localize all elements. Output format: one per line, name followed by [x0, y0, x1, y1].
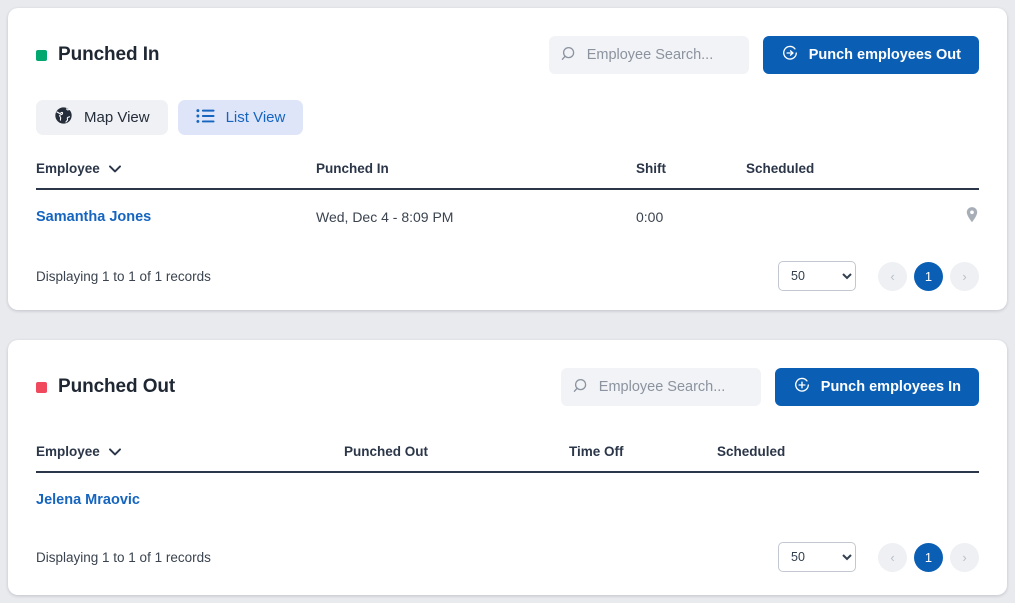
- column-header-shift: Shift: [636, 161, 746, 190]
- page-root: Punched In Employee Search... Punch empl…: [0, 0, 1015, 603]
- punch-in-button-label: Punch employees In: [820, 379, 961, 395]
- table-header: Employee Punched Out Time Off Scheduled: [36, 444, 979, 473]
- employee-search-box[interactable]: [548, 36, 749, 74]
- punch-employees-in-button[interactable]: Punch employees In: [774, 368, 979, 406]
- globe-icon: [54, 106, 73, 129]
- prev-page-button[interactable]: ‹: [878, 542, 907, 572]
- employee-link[interactable]: Jelena Mraovic: [36, 492, 140, 508]
- status-indicator-green: [36, 49, 47, 61]
- column-header-scheduled: Scheduled: [746, 161, 939, 190]
- next-page-button[interactable]: ›: [950, 261, 979, 291]
- chevron-down-icon: [108, 161, 121, 176]
- panel-header: Punched Out Employee Search... Punch emp…: [36, 340, 979, 406]
- table-footer: Displaying 1 to 1 of 1 records 50 ‹ 1 ›: [36, 261, 979, 291]
- list-icon: [196, 108, 215, 128]
- prev-page-button[interactable]: ‹: [878, 261, 907, 291]
- view-toggle-group: Map View List View: [36, 100, 979, 135]
- panel-title-group: Punched In: [36, 44, 160, 66]
- column-label-employee: Employee: [36, 444, 100, 459]
- pagination-controls: 50 ‹ 1 ›: [778, 542, 979, 572]
- punched-out-panel: Punched Out Employee Search... Punch emp…: [8, 340, 1007, 595]
- punch-employees-out-button[interactable]: Punch employees Out: [762, 36, 979, 74]
- sign-in-circle-icon: [793, 376, 811, 398]
- pager: ‹ 1 ›: [878, 542, 979, 572]
- column-header-employee[interactable]: Employee: [36, 444, 344, 473]
- column-label-employee: Employee: [36, 161, 100, 176]
- records-count-text: Displaying 1 to 1 of 1 records: [36, 268, 211, 284]
- punched-out-table: Employee Punched Out Time Off Scheduled: [36, 444, 979, 522]
- search-input[interactable]: [548, 36, 749, 74]
- table-header: Employee Punched In Shift Scheduled: [36, 161, 979, 190]
- employee-link[interactable]: Samantha Jones: [36, 209, 151, 225]
- map-view-button[interactable]: Map View: [36, 100, 168, 135]
- cell-employee: Jelena Mraovic: [36, 472, 344, 522]
- map-pin-icon[interactable]: [965, 207, 979, 227]
- list-view-label: List View: [225, 109, 286, 126]
- page-1-button[interactable]: 1: [914, 261, 943, 291]
- page-size-select[interactable]: 50: [778, 261, 856, 291]
- column-header-time-off: Time Off: [569, 444, 717, 473]
- next-page-button[interactable]: ›: [950, 542, 979, 572]
- cell-punched-out: [344, 472, 569, 522]
- table-footer: Displaying 1 to 1 of 1 records 50 ‹ 1 ›: [36, 542, 979, 572]
- cell-scheduled: [717, 472, 939, 522]
- punched-in-table: Employee Punched In Shift Scheduled Sama…: [36, 161, 979, 241]
- records-count-text: Displaying 1 to 1 of 1 records: [36, 549, 211, 565]
- pagination-controls: 50 ‹ 1 ›: [778, 261, 979, 291]
- page-size-select[interactable]: 50: [778, 542, 856, 572]
- panel-header-actions: Punch employees Out: [548, 36, 979, 74]
- search-icon: [561, 46, 578, 68]
- page-1-button[interactable]: 1: [914, 542, 943, 572]
- cell-actions: [939, 472, 979, 522]
- table-header-row: Employee Punched In Shift Scheduled: [36, 161, 979, 190]
- chevron-down-icon: [108, 444, 121, 459]
- sign-out-circle-icon: [781, 44, 799, 66]
- map-view-label: Map View: [84, 109, 150, 126]
- table-body: Samantha Jones Wed, Dec 4 - 8:09 PM 0:00: [36, 189, 979, 241]
- table-body: Jelena Mraovic: [36, 472, 979, 522]
- table-row: Jelena Mraovic: [36, 472, 979, 522]
- table-header-row: Employee Punched Out Time Off Scheduled: [36, 444, 979, 473]
- column-header-actions: [939, 161, 979, 190]
- column-header-punched-out: Punched Out: [344, 444, 569, 473]
- cell-time-off: [569, 472, 717, 522]
- cell-shift: 0:00: [636, 208, 664, 225]
- status-indicator-red: [36, 381, 47, 393]
- table-row: Samantha Jones Wed, Dec 4 - 8:09 PM 0:00: [36, 189, 979, 241]
- page-title: Punched Out: [58, 376, 176, 397]
- panel-header: Punched In Employee Search... Punch empl…: [36, 8, 979, 74]
- column-header-actions: [939, 444, 979, 473]
- pager: ‹ 1 ›: [878, 261, 979, 291]
- list-view-button[interactable]: List View: [177, 100, 304, 135]
- page-title: Punched In: [58, 44, 160, 65]
- punch-out-button-label: Punch employees Out: [808, 47, 961, 63]
- panel-header-actions: Punch employees In: [560, 368, 979, 406]
- column-header-scheduled: Scheduled: [717, 444, 939, 473]
- column-header-punched-in: Punched In: [316, 161, 636, 190]
- column-header-employee[interactable]: Employee: [36, 161, 316, 190]
- search-icon: [573, 378, 590, 400]
- punched-in-panel: Punched In Employee Search... Punch empl…: [8, 8, 1007, 310]
- cell-location[interactable]: [939, 189, 979, 241]
- employee-search-box[interactable]: [560, 368, 761, 406]
- panel-title-group: Punched Out: [36, 376, 175, 398]
- cell-scheduled: [746, 189, 939, 241]
- cell-employee: Samantha Jones: [36, 189, 316, 241]
- search-input[interactable]: [560, 368, 761, 406]
- cell-punched-in: Wed, Dec 4 - 8:09 PM: [316, 208, 454, 225]
